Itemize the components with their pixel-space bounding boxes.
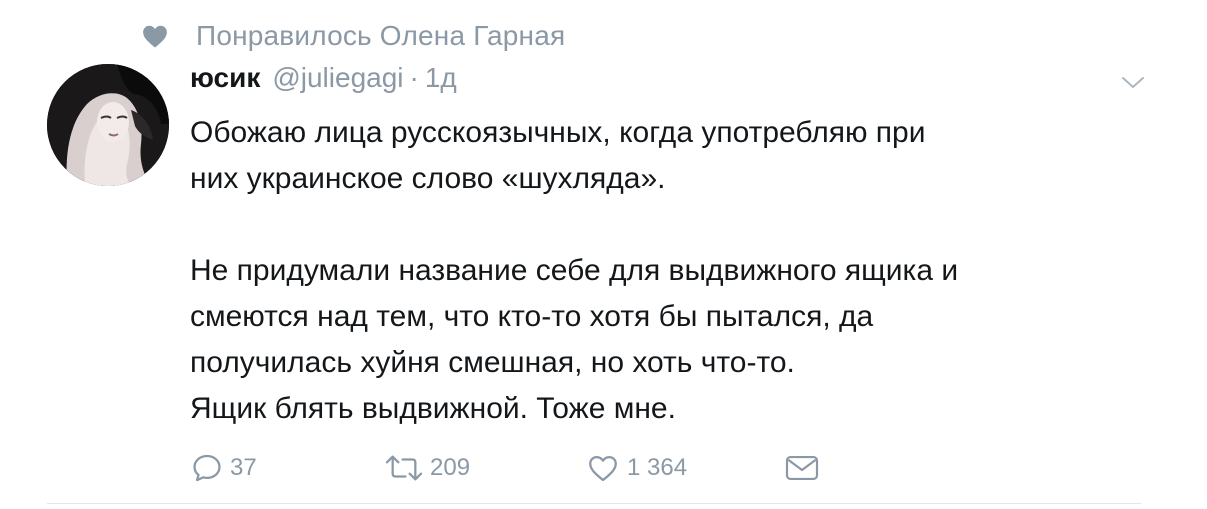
like-button[interactable]: 1 364	[585, 448, 687, 488]
liked-by-text: Понравилось Олена Гарная	[196, 20, 566, 51]
retweet-icon	[385, 455, 423, 481]
reply-button[interactable]: 37	[190, 448, 257, 488]
tweet-paragraph: Не придумали название себе для выдвижног…	[190, 254, 959, 425]
avatar[interactable]	[47, 64, 169, 186]
retweet-button[interactable]: 209	[384, 448, 470, 488]
tweet-paragraph: Обожаю лица русскоязычных, когда употреб…	[190, 116, 926, 195]
tweet-text: Обожаю лица русскоязычных, когда употреб…	[190, 110, 1150, 432]
reply-icon	[193, 454, 221, 482]
reply-count: 37	[230, 454, 257, 481]
retweet-count: 209	[430, 454, 471, 481]
divider	[47, 503, 1141, 504]
envelope-icon	[785, 456, 819, 480]
heart-outline-icon	[589, 455, 617, 482]
social-context[interactable]: Понравилось Олена Гарная	[140, 16, 565, 56]
author-name[interactable]: юсик	[190, 62, 260, 94]
separator: ·	[409, 62, 419, 93]
tweet-header: юсик @juliegagi · 1д	[190, 62, 457, 102]
heart-icon	[143, 25, 167, 48]
chevron-down-icon[interactable]	[1118, 70, 1148, 94]
author-handle[interactable]: @juliegagi	[272, 62, 403, 94]
tweet-time[interactable]: 1д	[425, 62, 457, 94]
direct-message-button[interactable]	[784, 448, 826, 488]
avatar-photo	[47, 64, 169, 186]
tweet-actions: 37 209 1 364	[0, 448, 1207, 488]
like-count: 1 364	[627, 454, 688, 481]
